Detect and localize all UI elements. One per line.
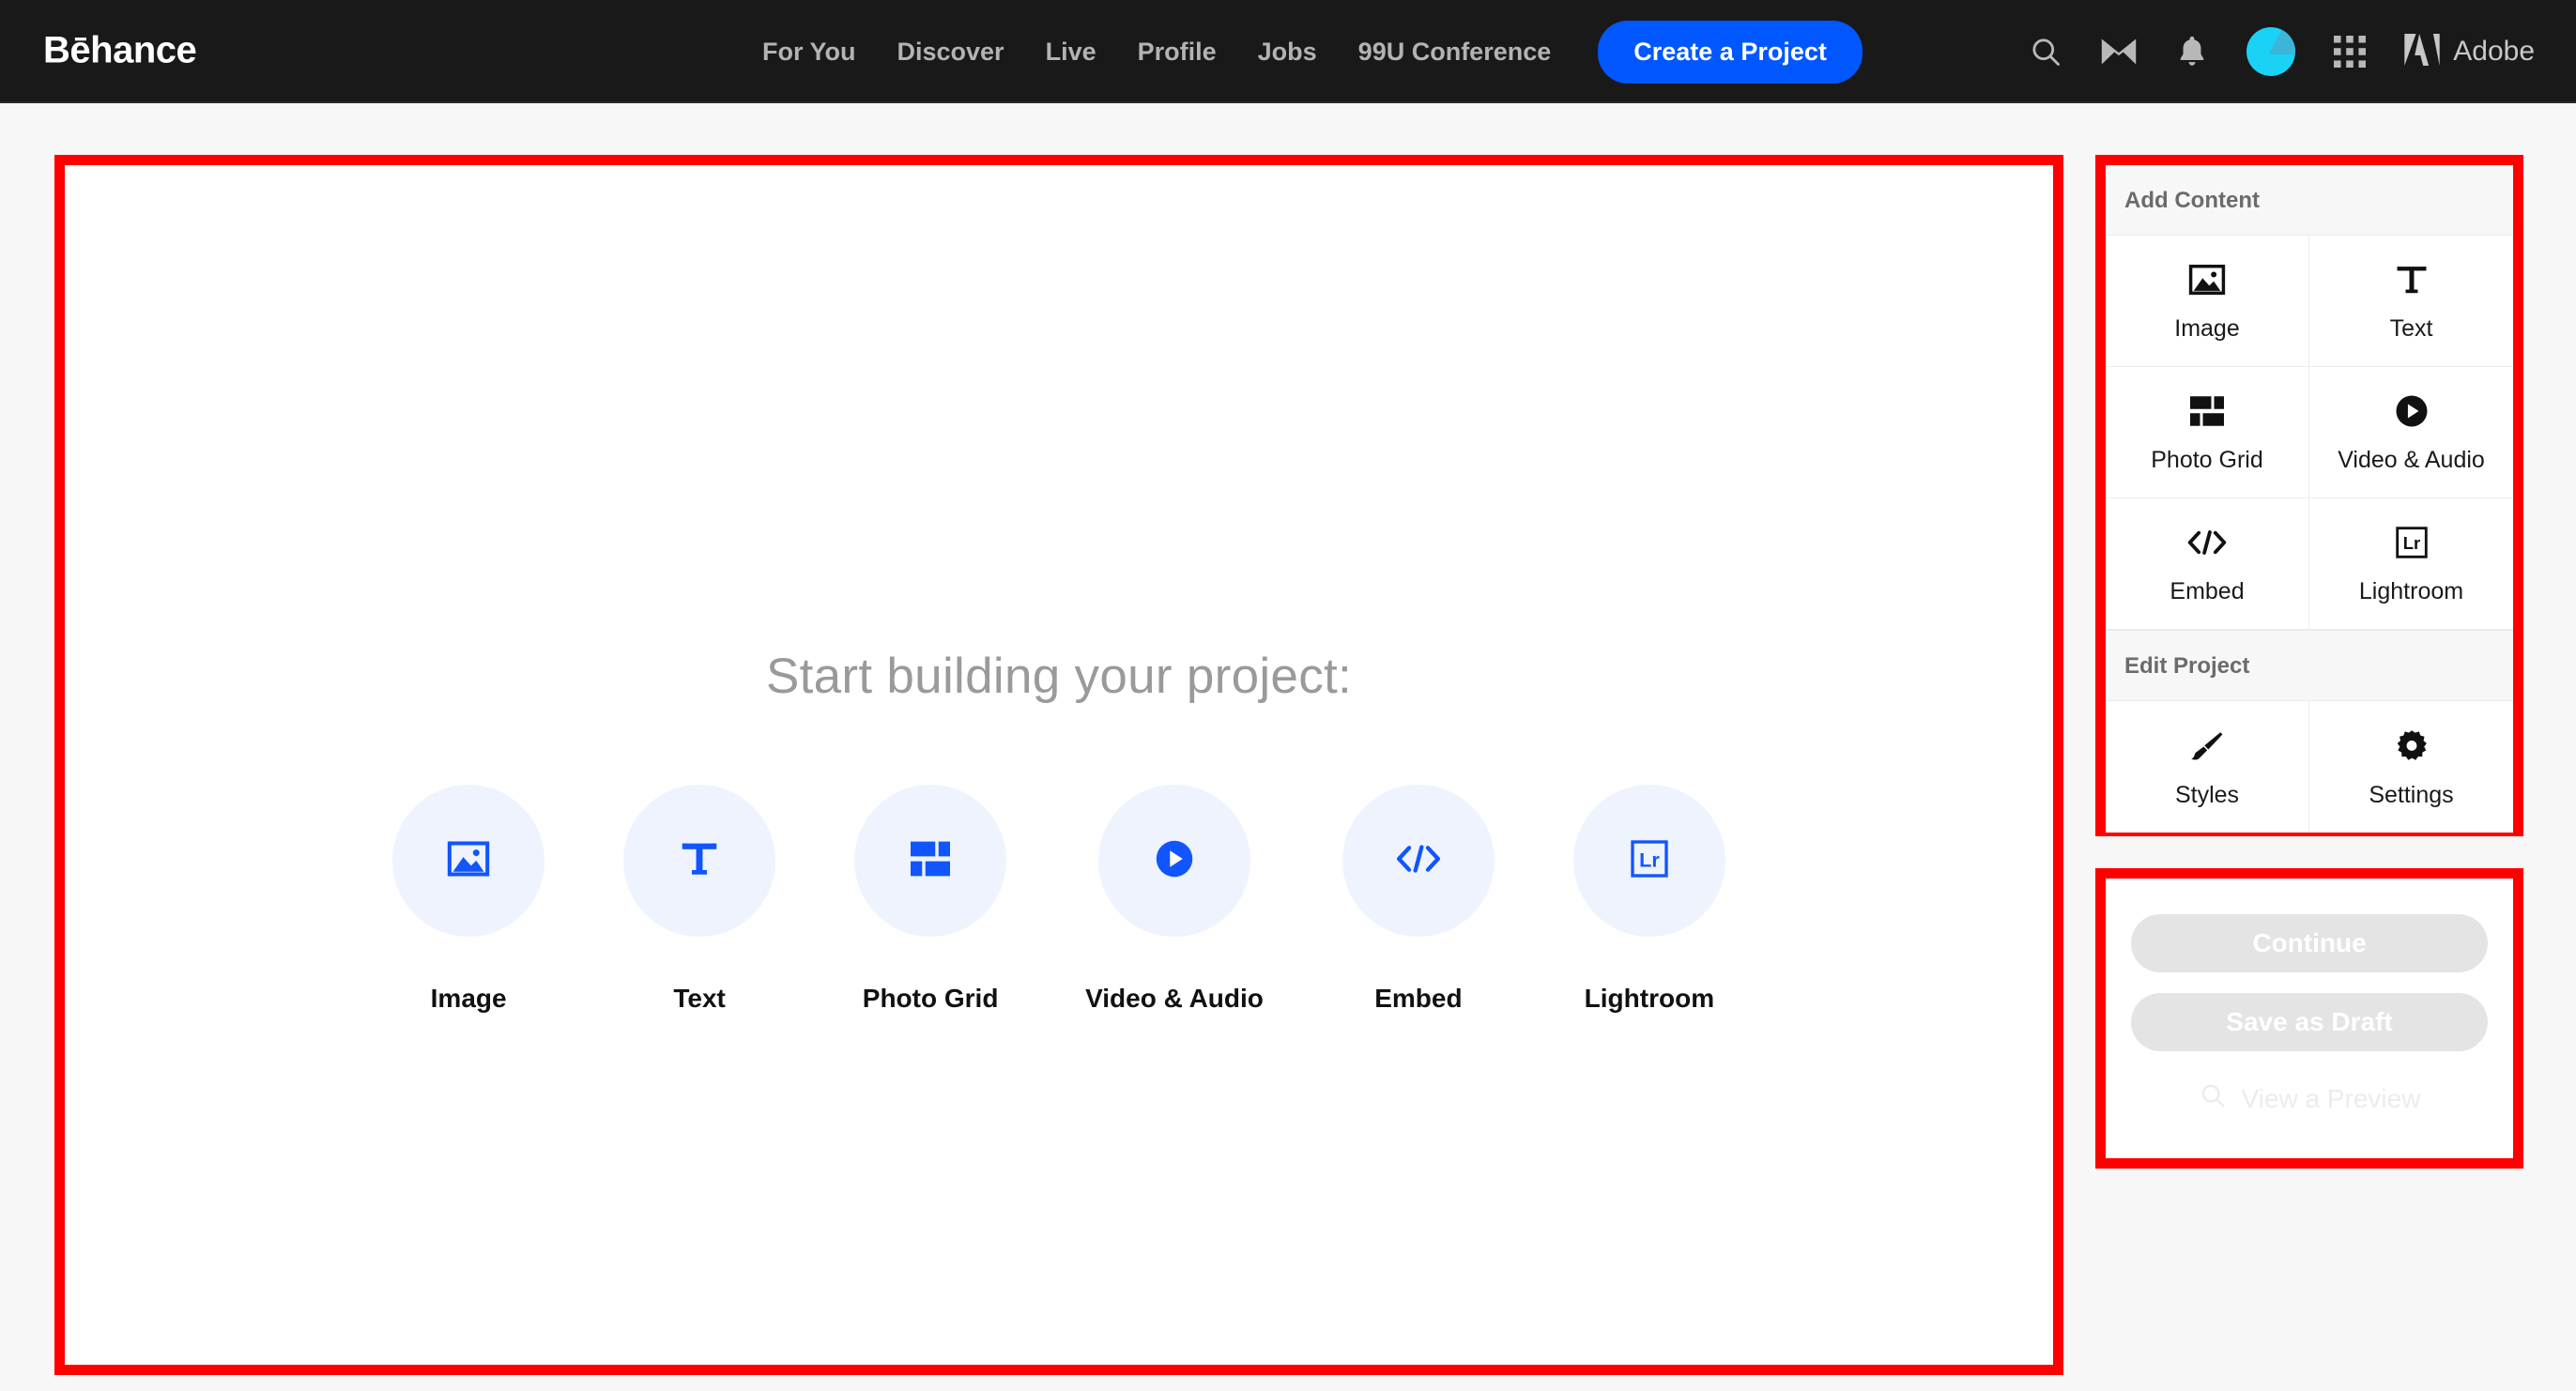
actions-panel-highlight-box: Continue Save as Draft View a Preview bbox=[2095, 868, 2523, 1169]
option-circle: Lr bbox=[1572, 785, 1725, 937]
search-icon bbox=[2199, 1081, 2227, 1116]
continue-button[interactable]: Continue bbox=[2131, 914, 2488, 972]
sidebar-item-label: Styles bbox=[2174, 781, 2240, 808]
canvas-option-embed[interactable]: Embed bbox=[1342, 785, 1495, 1014]
image-icon bbox=[447, 840, 490, 881]
canvas-option-video-audio[interactable]: Video & Audio bbox=[1085, 785, 1264, 1014]
adobe-link[interactable]: Adobe bbox=[2404, 33, 2535, 70]
add-content-panel: Add Content Image Text Photo Grid Video … bbox=[2106, 165, 2513, 833]
content-option-list: Image Text Photo Grid Video & Audio Embe… bbox=[392, 785, 1725, 1014]
sidebar-item-video-audio[interactable]: Video & Audio bbox=[2309, 367, 2513, 498]
text-icon bbox=[681, 840, 718, 882]
sidebar-item-lightroom[interactable]: Lr Lightroom bbox=[2309, 498, 2513, 630]
photo-grid-icon bbox=[911, 841, 951, 881]
bell-icon[interactable] bbox=[2173, 33, 2211, 70]
canvas-option-label: Video & Audio bbox=[1085, 984, 1264, 1013]
text-icon bbox=[2396, 259, 2428, 300]
photo-grid-icon bbox=[2190, 390, 2224, 432]
project-actions-panel: Continue Save as Draft View a Preview bbox=[2106, 879, 2513, 1158]
save-as-draft-button[interactable]: Save as Draft bbox=[2131, 993, 2488, 1051]
sidebar-item-label: Video & Audio bbox=[2338, 447, 2485, 473]
svg-text:Lr: Lr bbox=[1639, 848, 1660, 871]
nav-item-profile[interactable]: Profile bbox=[1117, 38, 1237, 67]
image-icon bbox=[2188, 259, 2226, 300]
add-content-panel-highlight-box: Add Content Image Text Photo Grid Video … bbox=[2095, 155, 2523, 836]
sidebar-item-label: Lightroom bbox=[2358, 578, 2464, 604]
edit-project-heading: Edit Project bbox=[2106, 630, 2513, 701]
project-canvas[interactable]: Start building your project: Image Text … bbox=[65, 165, 2053, 1365]
view-a-preview-button[interactable]: View a Preview bbox=[2199, 1081, 2421, 1116]
user-avatar[interactable] bbox=[2246, 27, 2296, 76]
embed-icon bbox=[2186, 522, 2228, 563]
nav-item-discover[interactable]: Discover bbox=[877, 38, 1025, 67]
canvas-option-text[interactable]: Text bbox=[623, 785, 776, 1014]
view-a-preview-label: View a Preview bbox=[2241, 1083, 2421, 1113]
sidebar-item-settings[interactable]: Settings bbox=[2309, 701, 2513, 833]
create-a-project-button[interactable]: Create a Project bbox=[1598, 20, 1863, 84]
sidebar-item-label: Photo Grid bbox=[2151, 447, 2263, 473]
header-utility-icons: Adobe bbox=[2027, 0, 2535, 103]
sidebar-item-label: Settings bbox=[2369, 781, 2454, 808]
app-grid-icon[interactable] bbox=[2331, 33, 2369, 70]
adobe-logo-icon bbox=[2404, 33, 2440, 70]
canvas-option-label: Text bbox=[673, 984, 726, 1013]
video-audio-icon bbox=[1155, 839, 1194, 883]
main-nav: For You Discover Live Profile Jobs 99U C… bbox=[742, 0, 1863, 103]
canvas-highlight-box: Start building your project: Image Text … bbox=[54, 155, 2063, 1375]
sidebar-item-photo-grid[interactable]: Photo Grid bbox=[2106, 367, 2309, 498]
canvas-option-label: Image bbox=[430, 984, 507, 1013]
sidebar-item-text[interactable]: Text bbox=[2309, 236, 2513, 367]
sidebar-item-label: Image bbox=[2174, 315, 2240, 342]
adobe-label: Adobe bbox=[2453, 36, 2535, 67]
canvas-option-image[interactable]: Image bbox=[392, 785, 545, 1014]
option-circle bbox=[623, 785, 776, 937]
sidebar-item-label: Embed bbox=[2170, 578, 2245, 604]
nav-item-jobs[interactable]: Jobs bbox=[1237, 38, 1338, 67]
edit-project-grid: Styles Settings bbox=[2106, 701, 2513, 833]
top-navigation-bar: Bēhance For You Discover Live Profile Jo… bbox=[0, 0, 2576, 103]
sidebar-item-image[interactable]: Image bbox=[2106, 236, 2309, 367]
canvas-option-lightroom[interactable]: Lr Lightroom bbox=[1572, 785, 1725, 1014]
nav-item-for-you[interactable]: For You bbox=[742, 38, 877, 67]
canvas-option-photo-grid[interactable]: Photo Grid bbox=[854, 785, 1007, 1014]
sidebar-item-embed[interactable]: Embed bbox=[2106, 498, 2309, 630]
brush-icon bbox=[2190, 726, 2224, 767]
sidebar-item-label: Text bbox=[2389, 315, 2433, 342]
option-circle bbox=[392, 785, 545, 937]
mail-icon[interactable] bbox=[2100, 33, 2138, 70]
behance-logo[interactable]: Bēhance bbox=[43, 30, 197, 72]
option-circle bbox=[854, 785, 1007, 937]
nav-item-live[interactable]: Live bbox=[1025, 38, 1117, 67]
option-circle bbox=[1342, 785, 1495, 937]
canvas-option-label: Lightroom bbox=[1584, 984, 1715, 1013]
lightroom-icon: Lr bbox=[2395, 522, 2428, 563]
add-content-grid: Image Text Photo Grid Video & Audio Embe… bbox=[2106, 236, 2513, 630]
sidebar-item-styles[interactable]: Styles bbox=[2106, 701, 2309, 833]
embed-icon bbox=[1395, 842, 1442, 880]
lightroom-icon: Lr bbox=[1631, 839, 1668, 882]
gear-icon bbox=[2395, 726, 2429, 767]
option-circle bbox=[1098, 785, 1250, 937]
add-content-heading: Add Content bbox=[2106, 165, 2513, 236]
canvas-option-label: Photo Grid bbox=[862, 984, 999, 1013]
nav-item-99u-conference[interactable]: 99U Conference bbox=[1338, 38, 1572, 67]
canvas-title: Start building your project: bbox=[765, 649, 1353, 704]
video-audio-icon bbox=[2395, 390, 2429, 432]
search-icon[interactable] bbox=[2027, 33, 2064, 70]
canvas-option-label: Embed bbox=[1374, 984, 1463, 1013]
svg-text:Lr: Lr bbox=[2402, 533, 2419, 553]
